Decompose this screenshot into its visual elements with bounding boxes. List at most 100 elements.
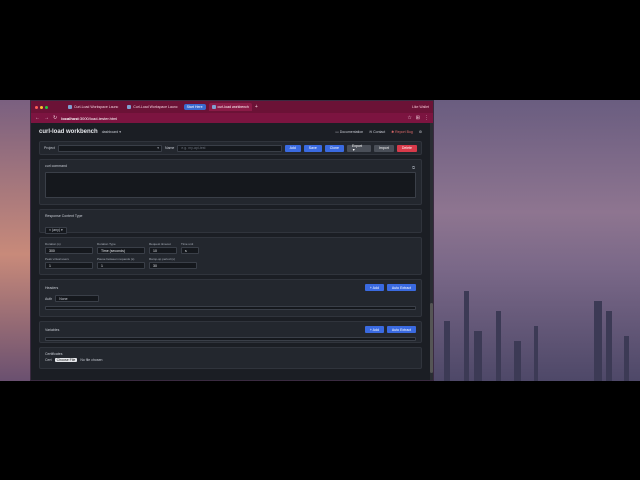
cert-row: Cert Choose File No file chosen bbox=[45, 358, 416, 362]
screen: Curl-Load Workspace Launc Curl-Load Work… bbox=[0, 0, 640, 480]
close-window-button[interactable] bbox=[35, 105, 38, 109]
app-header: curl-load workbench dashboard ▾ ▭ Docume… bbox=[39, 123, 422, 141]
skyline-building bbox=[514, 341, 521, 381]
variables-actions: + Add Auto Extract bbox=[364, 326, 416, 333]
documentation-label: Documentation bbox=[339, 130, 364, 134]
page-content: curl-load workbench dashboard ▾ ▭ Docume… bbox=[31, 123, 430, 380]
curl-command-panel: curl command ⧉ bbox=[39, 159, 422, 205]
time-unit-field: Time unit s bbox=[181, 242, 199, 254]
project-select[interactable]: ▾ bbox=[57, 144, 163, 152]
time-unit-select[interactable]: s bbox=[181, 247, 199, 254]
scrollbar-thumb[interactable] bbox=[430, 303, 433, 373]
choose-file-button[interactable]: Choose File bbox=[54, 358, 78, 362]
variables-panel: Variables + Add Auto Extract bbox=[39, 321, 422, 343]
skyline-building bbox=[534, 326, 538, 381]
copy-icon[interactable]: ⧉ bbox=[412, 165, 415, 170]
name-input[interactable]: e.g. my-api-test bbox=[177, 144, 282, 152]
browser-tab[interactable]: Curl-Load Workspace Launc bbox=[65, 103, 121, 111]
settings-icon[interactable]: ⚙ bbox=[419, 130, 422, 134]
auto-extract-headers-button[interactable]: Auto Extract bbox=[386, 284, 416, 291]
wallpaper-left-sky bbox=[0, 100, 30, 381]
documentation-link[interactable]: ▭ Documentation bbox=[335, 130, 363, 134]
headers-list bbox=[45, 306, 416, 310]
curl-command-label: curl command bbox=[45, 164, 67, 168]
import-button[interactable]: Import bbox=[373, 144, 394, 152]
content-type-select[interactable]: × (any) ▾ bbox=[45, 226, 67, 234]
skyline-building bbox=[444, 321, 450, 381]
headers-head: Headers + Add Auto Extract bbox=[45, 284, 416, 291]
add-header-button[interactable]: + Add bbox=[364, 284, 384, 291]
menu-icon[interactable]: ⋮ bbox=[424, 115, 429, 121]
contact-link[interactable]: ✉ Contact bbox=[369, 130, 385, 134]
duration-input[interactable]: 300 bbox=[45, 247, 93, 254]
extensions-icon[interactable]: ⊞ bbox=[416, 115, 420, 121]
profile-label[interactable]: Like Wallet bbox=[412, 105, 433, 109]
page-scrollbar[interactable] bbox=[430, 123, 433, 380]
auth-value: None bbox=[59, 296, 68, 301]
headers-panel: Headers + Add Auto Extract Auth None bbox=[39, 279, 422, 317]
peak-users-field: Peak virtual users 1 bbox=[45, 257, 93, 269]
duration-field: Duration (s) 300 bbox=[45, 242, 93, 254]
request-timeout-field: Request timeout 10 bbox=[149, 242, 177, 254]
pause-field: Pause between requests (s) 1 bbox=[97, 257, 145, 269]
window-controls bbox=[35, 105, 48, 109]
tab-label: Curl-Load Workspace Launc bbox=[133, 105, 178, 109]
tab-label: curl-load workbench bbox=[217, 105, 249, 109]
auto-extract-variables-button[interactable]: Auto Extract bbox=[386, 326, 416, 333]
export-button[interactable]: Export ▼ bbox=[346, 144, 371, 152]
clone-button[interactable]: Clone bbox=[324, 144, 344, 152]
no-file-chosen-label: No file chosen bbox=[80, 358, 103, 362]
minimize-window-button[interactable] bbox=[40, 105, 43, 109]
tab-group-label[interactable]: Start Here bbox=[183, 104, 206, 110]
content-type-label: Response Content Type bbox=[45, 214, 83, 218]
peak-users-input[interactable]: 1 bbox=[45, 262, 93, 269]
tab-label: Curl-Load Workspace Launc bbox=[74, 105, 119, 109]
add-button[interactable]: Add bbox=[284, 144, 301, 152]
browser-tab-active[interactable]: curl-load workbench bbox=[208, 103, 252, 111]
back-button[interactable]: ← bbox=[35, 115, 40, 121]
report-bug-link[interactable]: ✱ Report Bug bbox=[391, 130, 413, 134]
dashboard-select[interactable]: dashboard ▾ bbox=[102, 130, 121, 134]
variables-head: Variables + Add Auto Extract bbox=[45, 326, 416, 333]
project-label: Project bbox=[44, 146, 55, 150]
url-host: localhost bbox=[61, 115, 79, 121]
ramp-up-input[interactable]: 30 bbox=[149, 262, 197, 269]
duration-type-field: Duration Type Time (seconds) bbox=[97, 242, 145, 254]
report-bug-label: Report Bug bbox=[395, 130, 413, 134]
duration-type-select[interactable]: Time (seconds) bbox=[97, 247, 145, 254]
browser-tab[interactable]: Curl-Load Workspace Launc bbox=[124, 103, 180, 111]
delete-button[interactable]: Delete bbox=[396, 144, 417, 152]
chevron-down-icon: ▾ bbox=[157, 146, 160, 150]
duration-type-label: Duration Type bbox=[97, 242, 116, 246]
ramp-up-field: Ramp-up period (s) 30 bbox=[149, 257, 197, 269]
forward-button[interactable]: → bbox=[44, 115, 49, 121]
add-variable-button[interactable]: + Add bbox=[364, 326, 384, 333]
star-icon[interactable]: ☆ bbox=[407, 115, 411, 121]
tab-favicon-icon bbox=[127, 105, 132, 109]
request-timeout-input[interactable]: 10 bbox=[149, 247, 177, 254]
new-tab-button[interactable]: + bbox=[255, 104, 258, 110]
content-type-panel: Response Content Type × (any) ▾ bbox=[39, 209, 422, 234]
time-unit-label: Time unit bbox=[181, 242, 194, 246]
url-field[interactable]: localhost:3000/load-tester.html bbox=[61, 116, 403, 121]
address-bar: ← → ↻ localhost:3000/load-tester.html ☆ … bbox=[31, 113, 433, 123]
auth-select[interactable]: None bbox=[55, 295, 100, 302]
params-row-1: Duration (s) 300 Duration Type Time (sec… bbox=[45, 242, 416, 254]
tab-favicon-icon bbox=[68, 105, 72, 109]
save-button[interactable]: Save bbox=[303, 144, 322, 152]
request-timeout-label: Request timeout bbox=[149, 242, 171, 246]
curl-command-textarea[interactable] bbox=[45, 172, 416, 198]
skyline-building bbox=[606, 311, 612, 381]
url-path: :3000/load-tester.html bbox=[78, 115, 118, 121]
skyline-building bbox=[624, 336, 629, 381]
pause-input[interactable]: 1 bbox=[97, 262, 145, 269]
skyline-building bbox=[594, 301, 602, 381]
pause-label: Pause between requests (s) bbox=[97, 257, 135, 261]
ramp-up-label: Ramp-up period (s) bbox=[149, 257, 175, 261]
auth-row: Auth None bbox=[45, 295, 416, 302]
page-title: curl-load workbench bbox=[39, 129, 98, 135]
reload-button[interactable]: ↻ bbox=[53, 115, 57, 121]
maximize-window-button[interactable] bbox=[45, 105, 48, 109]
bug-icon: ✱ bbox=[391, 130, 395, 134]
tab-favicon-icon bbox=[211, 105, 216, 109]
